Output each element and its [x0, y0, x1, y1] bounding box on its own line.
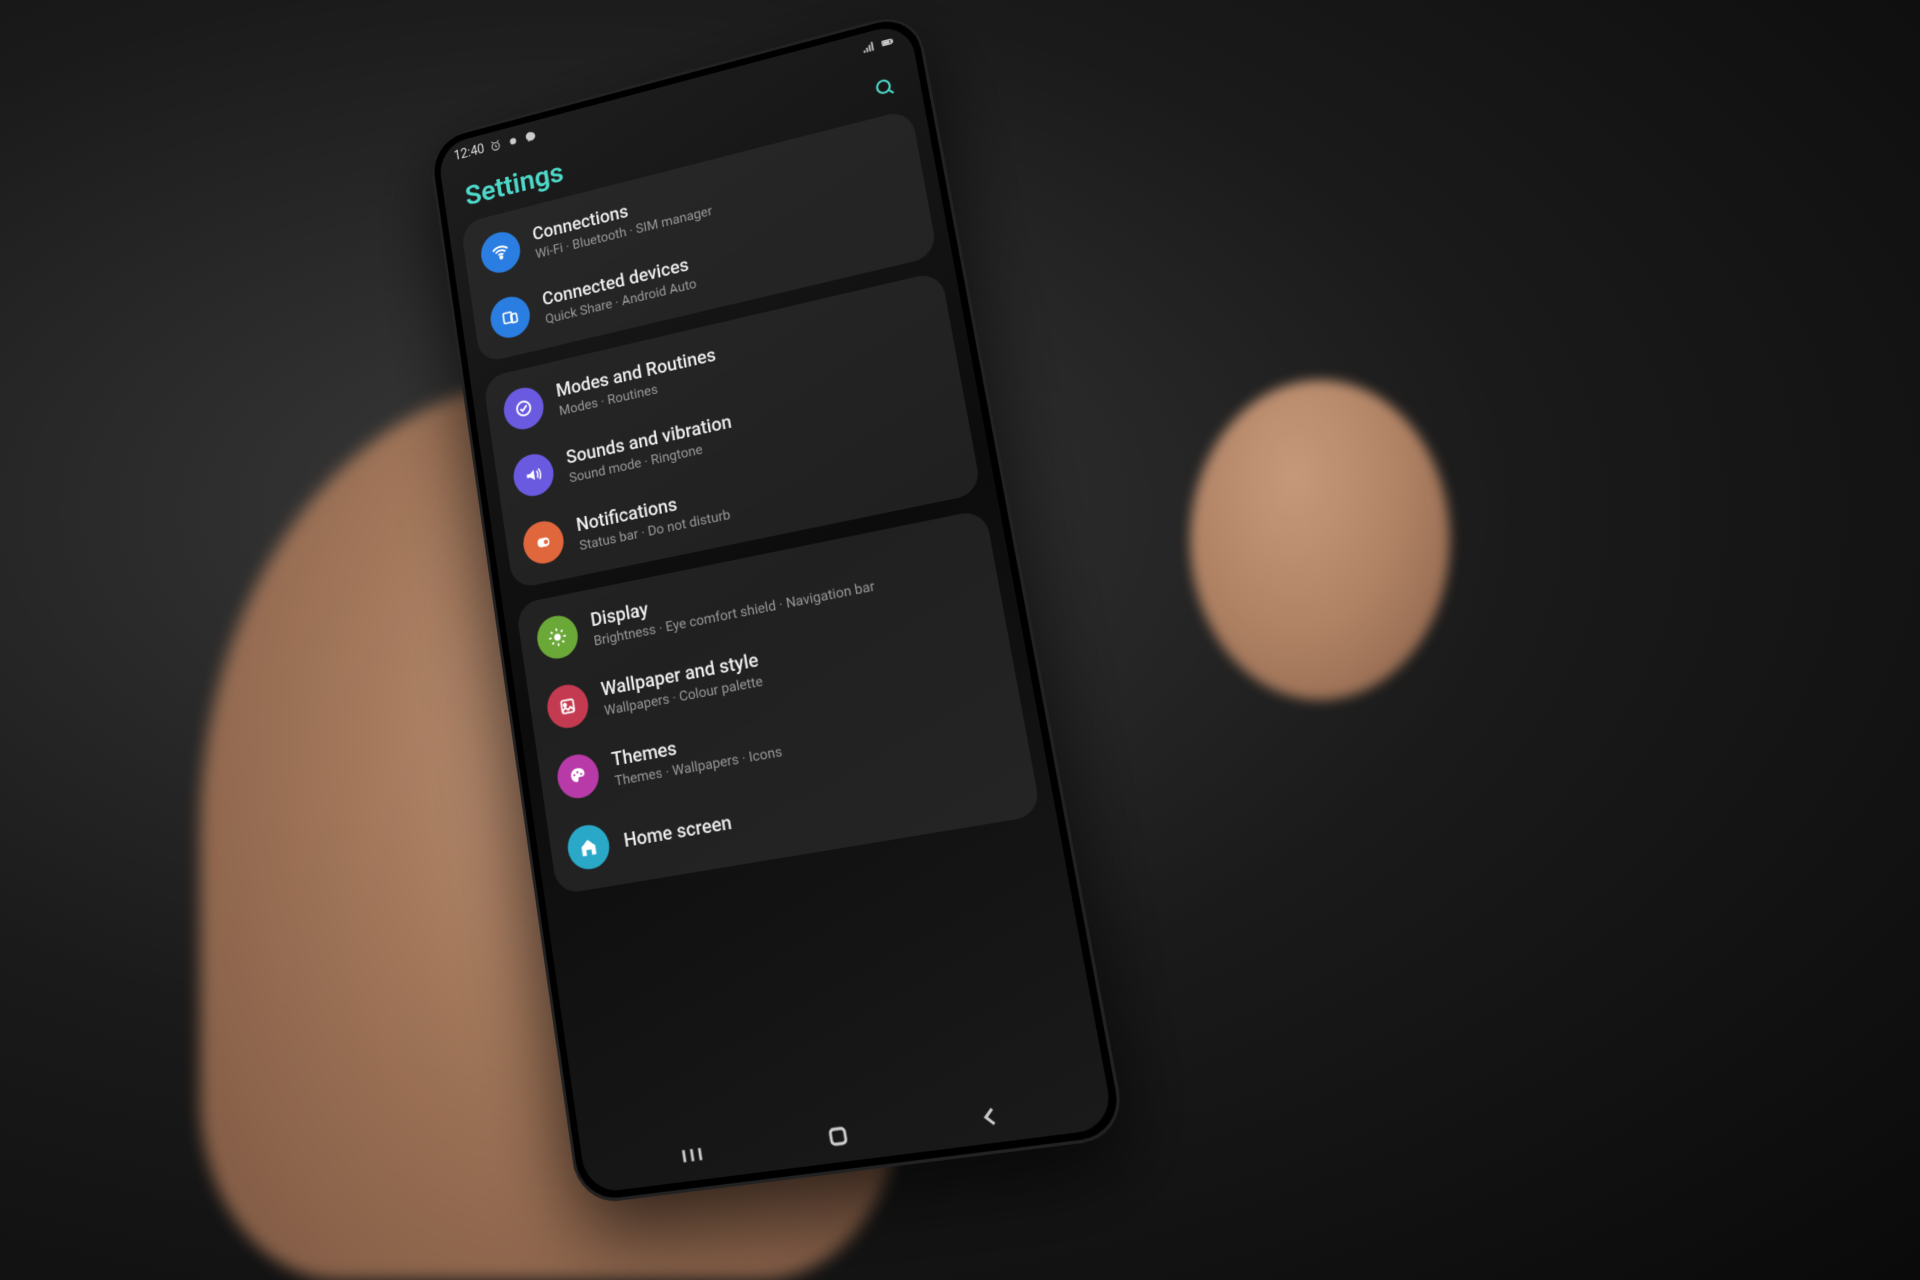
settings-groups: Connections Wi-Fi · Bluetooth · SIM mana… [448, 105, 1056, 897]
thumb [1190, 380, 1450, 700]
nav-home-button[interactable] [822, 1120, 855, 1153]
brightness-icon [534, 612, 580, 662]
nav-back-button[interactable] [972, 1100, 1007, 1134]
themes-icon [555, 751, 602, 801]
item-title: Home screen [622, 811, 733, 852]
sound-icon [511, 450, 556, 500]
devices-icon [488, 293, 533, 342]
wallpaper-icon [544, 681, 591, 731]
signal-icon [860, 39, 876, 55]
search-button[interactable] [871, 73, 899, 105]
wifi-icon [479, 228, 523, 277]
nav-recents-button[interactable] [677, 1139, 709, 1172]
messenger-icon [523, 129, 537, 145]
battery-icon [879, 34, 895, 50]
alarm-icon [489, 138, 503, 154]
notifications-icon [521, 517, 567, 567]
home-icon [565, 822, 612, 872]
photo-scene: 12:40 [0, 0, 1920, 1280]
app-indicator-icon [506, 133, 520, 149]
modes-icon [501, 384, 546, 433]
